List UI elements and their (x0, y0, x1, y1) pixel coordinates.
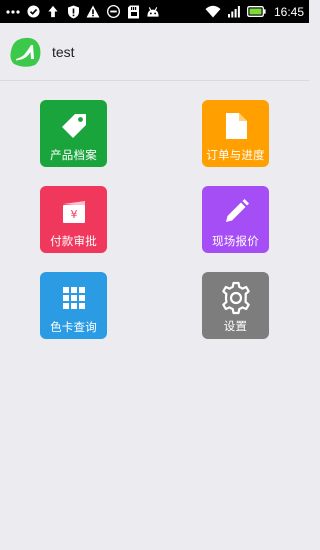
minus-circle-icon (106, 5, 120, 19)
battery-icon (247, 5, 266, 19)
check-circle-icon (26, 5, 40, 19)
tile-product-archive[interactable]: 产品档案 (40, 100, 107, 167)
signal-icon (227, 5, 241, 19)
status-bar-system: 16:45 (205, 5, 304, 19)
app-title: test (52, 43, 75, 60)
status-bar: 16:45 (0, 0, 309, 23)
gear-icon (219, 281, 253, 315)
tile-label: 色卡查询 (50, 320, 97, 334)
document-icon (221, 111, 251, 141)
upload-arrow-icon (46, 5, 60, 19)
status-bar-notifications (6, 5, 160, 19)
tile-label: 现场报价 (212, 234, 259, 248)
android-icon (146, 5, 160, 19)
tile-payment-approval[interactable]: ¥ 付款审批 (40, 186, 107, 253)
svg-text:¥: ¥ (70, 208, 77, 221)
tile-settings[interactable]: 设置 (202, 272, 269, 339)
tile-onsite-quote[interactable]: 现场报价 (202, 186, 269, 253)
app-logo-icon (8, 35, 42, 69)
pencil-icon (221, 197, 251, 227)
tile-orders-progress[interactable]: 订单与进度 (202, 100, 269, 167)
tile-label: 订单与进度 (206, 148, 265, 162)
shield-alert-icon (66, 5, 80, 19)
tile-color-card-search[interactable]: 色卡查询 (40, 272, 107, 339)
tile-label: 设置 (223, 319, 248, 333)
tile-label: 产品档案 (50, 148, 97, 162)
wifi-icon (205, 5, 221, 19)
warning-icon (86, 5, 100, 19)
more-dots-icon (6, 5, 20, 19)
status-time: 16:45 (273, 4, 304, 19)
tag-icon (59, 111, 89, 141)
app-header: test (0, 23, 309, 81)
wallet-yen-icon: ¥ (59, 197, 89, 227)
grid-icon (59, 283, 89, 313)
tile-label: 付款审批 (50, 234, 97, 248)
sd-card-icon (126, 5, 140, 19)
